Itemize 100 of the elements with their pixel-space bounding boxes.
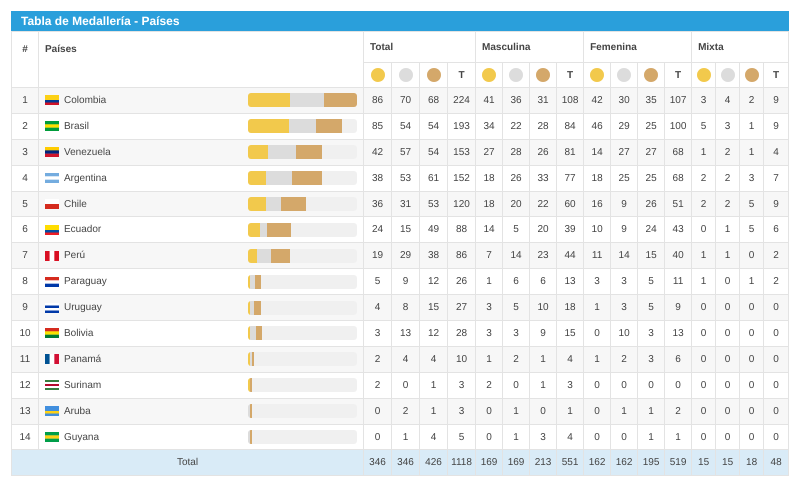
table-cell: 3	[540, 432, 546, 443]
table-cell: 18	[564, 302, 576, 314]
table-cell: 28	[510, 146, 522, 158]
table-cell: 1	[540, 354, 546, 365]
table-cell: 3	[700, 94, 706, 106]
column-header: T	[675, 70, 682, 80]
table-cell: 4	[402, 354, 408, 365]
table-cell: 1	[430, 380, 436, 391]
table-cell: 16	[592, 198, 603, 210]
table-cell: 31	[400, 198, 412, 210]
table-cell: 54	[400, 120, 412, 132]
table-cell: 6	[675, 354, 681, 365]
table-cell: 2	[724, 198, 730, 210]
table-cell: 68	[428, 94, 440, 106]
table-cell: 4	[773, 146, 779, 158]
table-cell: 5	[648, 276, 654, 288]
table-cell: 31	[537, 94, 549, 106]
rank-text: 11	[20, 354, 30, 365]
table-cell: 30	[618, 94, 630, 106]
table-cell: 10	[456, 354, 468, 365]
table-cell: 120	[453, 198, 470, 210]
flag-icon	[45, 302, 59, 313]
bar-segment	[271, 248, 290, 263]
table-cell: 3	[458, 380, 464, 391]
table-cell: 0	[594, 328, 600, 339]
country-name: Venezuela	[64, 146, 111, 160]
total-cell: 15	[698, 457, 710, 468]
country-name: Surinam	[64, 378, 102, 393]
table-cell: 9	[402, 276, 408, 288]
table-cell: 2	[374, 380, 380, 391]
table-cell: 86	[456, 250, 468, 262]
table-cell: 6	[773, 224, 779, 236]
table-cell: 5	[648, 302, 654, 314]
table-cell: 0	[594, 432, 600, 443]
table-cell: 0	[773, 432, 779, 443]
table-title: Tabla de Medallería - Países	[21, 13, 180, 30]
table-cell: 0	[748, 380, 754, 391]
table-cell: 0	[773, 328, 779, 339]
table-cell: 3	[621, 276, 627, 288]
table-cell: 12	[428, 276, 440, 288]
table-cell: 107	[670, 94, 686, 106]
table-cell: 70	[400, 94, 412, 106]
table-cell: 77	[564, 172, 576, 184]
flag-icon	[45, 224, 59, 235]
table-cell: 34	[483, 120, 495, 132]
medal-icon	[482, 68, 496, 82]
table-cell: 0	[621, 432, 627, 443]
table-cell: 1	[748, 120, 754, 132]
table-cell: 38	[372, 172, 384, 184]
table-cell: 14	[510, 250, 522, 262]
total-cell: 346	[369, 457, 386, 468]
table-cell: 26	[456, 276, 468, 288]
flag-icon	[45, 147, 59, 158]
total-cell: 1118	[451, 457, 472, 468]
rank-text: 2	[22, 120, 28, 132]
flag-icon	[45, 250, 59, 261]
country-name: Brasil	[64, 120, 90, 134]
table-cell: 3	[648, 328, 654, 339]
medal-icon	[509, 68, 524, 82]
table-cell: 1	[648, 406, 654, 417]
table-cell: 3	[374, 328, 380, 339]
rank-text: 10	[19, 328, 31, 339]
table-cell: 0	[594, 406, 600, 417]
table-cell: 1	[700, 250, 706, 262]
country-name: Paraguay	[64, 275, 107, 290]
table-cell: 3	[748, 172, 754, 184]
table-cell: 53	[400, 172, 412, 184]
table-cell: 4	[430, 354, 436, 365]
bar-segment	[324, 93, 357, 108]
table-cell: 1	[513, 432, 519, 443]
table-cell: 10	[618, 328, 630, 339]
total-cell: 18	[746, 457, 758, 468]
table-cell: 5	[700, 120, 706, 132]
table-cell: 0	[724, 276, 730, 288]
table-cell: 153	[453, 146, 470, 158]
flag-icon	[45, 380, 59, 390]
table-cell: 2	[724, 146, 730, 158]
table-cell: 2	[773, 250, 779, 262]
table-cell: 0	[748, 302, 754, 314]
column-group-header: Femenina	[590, 42, 637, 52]
total-cell: 162	[616, 457, 632, 468]
table-cell: 44	[564, 250, 576, 262]
total-cell: 426	[425, 457, 442, 468]
medal-icon	[536, 68, 550, 82]
medal-icon	[720, 68, 735, 82]
table-cell: 25	[646, 120, 657, 132]
table-cell: 36	[510, 94, 522, 106]
table-cell: 5	[748, 224, 754, 236]
country-name: Colombia	[64, 94, 106, 108]
table-cell: 1	[594, 302, 600, 314]
country-name: Chile	[64, 198, 87, 212]
column-group-header: Total	[370, 42, 394, 52]
table-cell: 15	[646, 250, 657, 262]
table-cell: 1	[675, 432, 681, 443]
table-cell: 51	[672, 198, 684, 210]
column-header: #	[22, 44, 28, 55]
column-header: T	[458, 70, 465, 80]
table-cell: 1	[594, 354, 600, 365]
bar-segment	[292, 171, 322, 186]
table-cell: 0	[700, 328, 706, 339]
